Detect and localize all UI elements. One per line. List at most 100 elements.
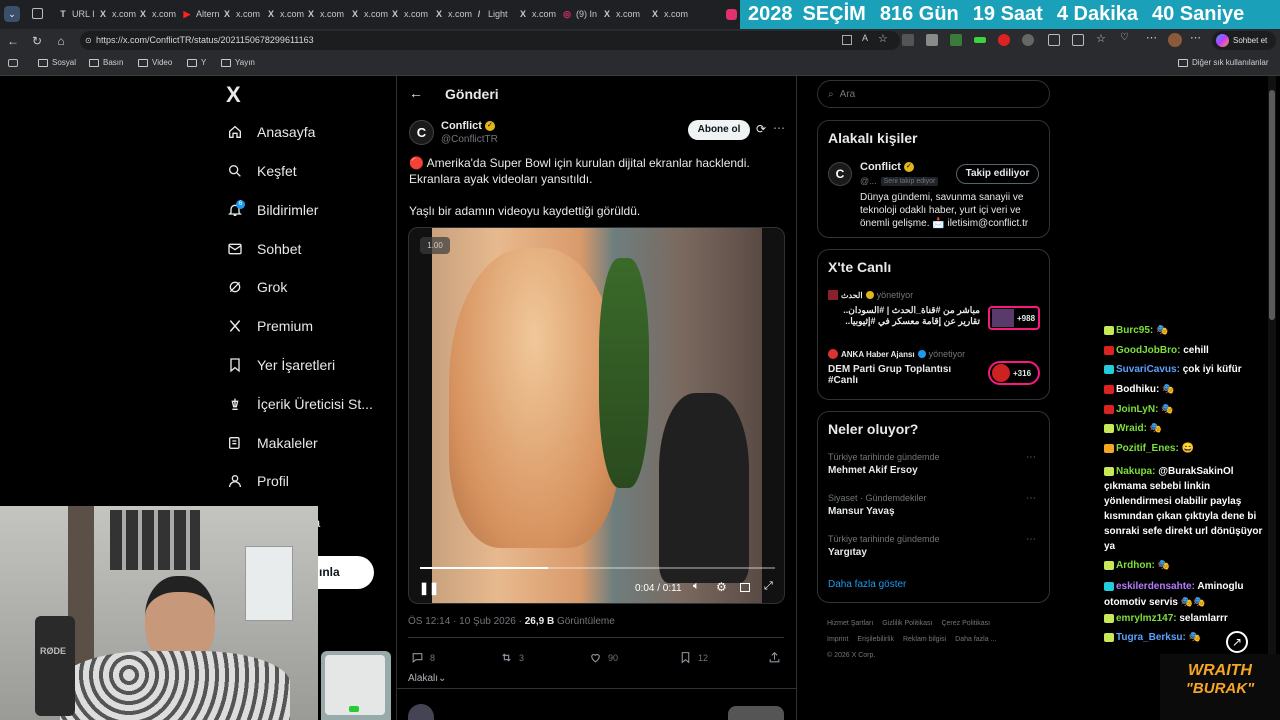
like-button[interactable]: 90 bbox=[589, 651, 618, 664]
browser-tab[interactable]: Xx.com bbox=[138, 3, 178, 25]
extension-1-icon[interactable] bbox=[902, 34, 914, 46]
extension-5-icon[interactable] bbox=[998, 34, 1010, 46]
heart-icon[interactable]: ♡ bbox=[1120, 32, 1129, 43]
browser-tab[interactable]: / Light bbox=[474, 3, 514, 25]
related-name-row[interactable]: Conflict ✓ bbox=[860, 161, 914, 173]
extension-4-icon[interactable] bbox=[974, 37, 986, 43]
browser-tab[interactable]: Xx.com bbox=[390, 3, 430, 25]
scrollbar-thumb[interactable] bbox=[1269, 90, 1275, 320]
sidebar-item-grok[interactable]: Grok bbox=[227, 279, 287, 295]
footer-link[interactable]: Erişilebilirlik bbox=[857, 636, 894, 643]
footer-link[interactable]: Daha fazla ... bbox=[955, 636, 996, 643]
x-logo[interactable]: X bbox=[226, 82, 241, 108]
trend-more-icon[interactable]: ⋯ bbox=[1026, 493, 1036, 504]
post-timestamp[interactable]: ÖS 12:14 · 10 Şub 2026 · bbox=[408, 616, 525, 627]
bookmark-folder-basin[interactable]: Basın bbox=[89, 58, 123, 67]
bookmark-folder-sosyal[interactable]: Sosyal bbox=[38, 58, 76, 67]
footer-link[interactable]: Hizmet Şartları bbox=[827, 620, 873, 627]
related-dropdown[interactable]: Alakalı⌄ bbox=[408, 673, 446, 684]
browser-tab[interactable]: Xx.com bbox=[222, 3, 262, 25]
grok-icon[interactable]: ⟳ bbox=[756, 122, 766, 136]
home-browser-icon[interactable]: ⌂ bbox=[50, 30, 72, 52]
sidebar-item-sohbet[interactable]: Sohbet bbox=[227, 241, 301, 257]
trend-item[interactable]: Siyaset · Gündemdekiler Mansur Yavaş ⋯ bbox=[828, 493, 1043, 517]
back-icon[interactable]: ← bbox=[2, 30, 24, 52]
footer-link[interactable]: Reklam bilgisi bbox=[903, 636, 946, 643]
show-more-link[interactable]: Daha fazla göster bbox=[828, 579, 906, 590]
settings-gear-icon[interactable]: ⚙ bbox=[716, 580, 727, 594]
author-name-row[interactable]: Conflict ✓ bbox=[441, 120, 495, 132]
browser-tab[interactable]: Xx.com bbox=[98, 3, 138, 25]
split-screen-icon[interactable] bbox=[1048, 34, 1060, 46]
back-arrow-icon[interactable]: ← bbox=[409, 85, 423, 101]
subscribe-button[interactable]: Abone ol bbox=[688, 120, 750, 140]
trend-more-icon[interactable]: ⋯ bbox=[1026, 452, 1036, 463]
browser-tab[interactable]: ▶ Altern bbox=[182, 3, 222, 25]
author-avatar[interactable]: C bbox=[409, 120, 434, 145]
live-item[interactable]: الحدث yönetiyor مباشر من #قناة_الحدث | #… bbox=[828, 290, 1043, 330]
favorite-star-icon[interactable]: ☆ bbox=[878, 32, 888, 45]
browser-tab[interactable]: Xx.com bbox=[350, 3, 390, 25]
footer-link[interactable]: Çerez Politikası bbox=[941, 620, 990, 627]
more-icon[interactable]: ⋯ bbox=[1146, 31, 1157, 44]
sidebar-item-anasayfa[interactable]: Anasayfa bbox=[227, 124, 315, 140]
related-avatar[interactable]: C bbox=[828, 162, 852, 186]
share-button[interactable] bbox=[768, 651, 781, 664]
browser-tab[interactable]: Xx.com bbox=[602, 3, 642, 25]
favorites-icon[interactable] bbox=[1072, 34, 1084, 46]
live-item[interactable]: ANKA Haber Ajansı yönetiyor DEM Parti Gr… bbox=[828, 349, 1043, 386]
sidebar-item-yer-i-şaretleri[interactable]: Yer İşaretleri bbox=[227, 357, 335, 373]
footer-link[interactable]: Gizlilik Politikası bbox=[882, 620, 932, 627]
read-aloud-icon[interactable] bbox=[842, 35, 852, 45]
tab-list-chevron-icon[interactable]: ⌄ bbox=[4, 6, 20, 22]
video-progress-track[interactable] bbox=[420, 567, 775, 569]
sidebar-item-profil[interactable]: Profil bbox=[227, 473, 289, 489]
browser-tab[interactable]: Xx.com bbox=[306, 3, 346, 25]
bookmark-folder-yayin[interactable]: Yayın bbox=[221, 58, 255, 67]
browser-tab[interactable]: ◎ (9) In bbox=[562, 3, 602, 25]
bookmark-button[interactable]: 12 bbox=[679, 651, 708, 664]
sidebar-item-makaleler[interactable]: Makaleler bbox=[227, 435, 318, 451]
search-box[interactable]: ⌕ Ara bbox=[817, 80, 1050, 108]
footer-link[interactable]: Imprint bbox=[827, 636, 848, 643]
reading-list-icon[interactable] bbox=[8, 59, 18, 67]
browser-tab[interactable]: T URL I bbox=[58, 3, 98, 25]
extension-2-icon[interactable] bbox=[926, 34, 938, 46]
pause-icon[interactable]: ❚❚ bbox=[419, 581, 439, 595]
live-listeners-badge[interactable]: +988 bbox=[988, 306, 1040, 330]
volume-icon[interactable]: 🔈︎ bbox=[693, 580, 700, 593]
pip-icon[interactable] bbox=[740, 583, 750, 592]
browser-tab[interactable]: Xx.com bbox=[434, 3, 474, 25]
more-options-icon[interactable]: ⋯ bbox=[773, 121, 785, 135]
page-scrollbar[interactable] bbox=[1268, 76, 1276, 720]
video-player[interactable]: 1.00 ❚❚ 0:04 / 0:11 🔈︎ ⚙ ⤢ bbox=[408, 227, 785, 604]
trend-item[interactable]: Türkiye tarihinde gündemde Mehmet Akif E… bbox=[828, 452, 1043, 476]
text-size-icon[interactable]: A bbox=[862, 33, 868, 43]
next-reply-button[interactable] bbox=[728, 706, 784, 720]
bookmark-folder-y[interactable]: Y bbox=[187, 58, 206, 67]
address-bar[interactable]: ⊙ https://x.com/ConflictTR/status/202115… bbox=[80, 31, 900, 50]
extension-3-icon[interactable] bbox=[950, 34, 962, 46]
browser-tab[interactable]: Xx.com bbox=[518, 3, 558, 25]
collections-star-icon[interactable]: ☆ bbox=[1096, 32, 1106, 45]
repost-button[interactable]: 3 bbox=[500, 651, 524, 664]
extension-6-icon[interactable] bbox=[1022, 34, 1034, 46]
trend-more-icon[interactable]: ⋯ bbox=[1026, 534, 1036, 545]
chat-button[interactable]: Sohbet et bbox=[1212, 31, 1276, 50]
browser-tab[interactable]: Xx.com bbox=[266, 3, 306, 25]
reload-icon[interactable]: ↻ bbox=[26, 30, 48, 52]
following-button[interactable]: Takip ediliyor bbox=[956, 164, 1039, 184]
bookmark-folder-video[interactable]: Video bbox=[138, 58, 172, 67]
reply-button[interactable]: 8 bbox=[411, 651, 435, 664]
instagram-tab-icon[interactable] bbox=[726, 3, 738, 25]
sidebar-item-keşfet[interactable]: Keşfet bbox=[227, 163, 297, 179]
workspaces-icon[interactable] bbox=[32, 8, 43, 19]
sidebar-item-premium[interactable]: Premium bbox=[227, 318, 313, 334]
browser-tab[interactable]: Xx.com bbox=[650, 3, 690, 25]
trend-item[interactable]: Türkiye tarihinde gündemde Yargıtay ⋯ bbox=[828, 534, 1043, 558]
other-bookmarks[interactable]: Diğer sık kullanılanlar bbox=[1178, 58, 1268, 67]
live-listeners-badge[interactable]: +316 bbox=[988, 361, 1040, 385]
author-handle[interactable]: @ConflictTR bbox=[441, 134, 498, 145]
fullscreen-icon[interactable]: ⤢ bbox=[764, 580, 773, 593]
profile-avatar[interactable] bbox=[1168, 33, 1182, 47]
